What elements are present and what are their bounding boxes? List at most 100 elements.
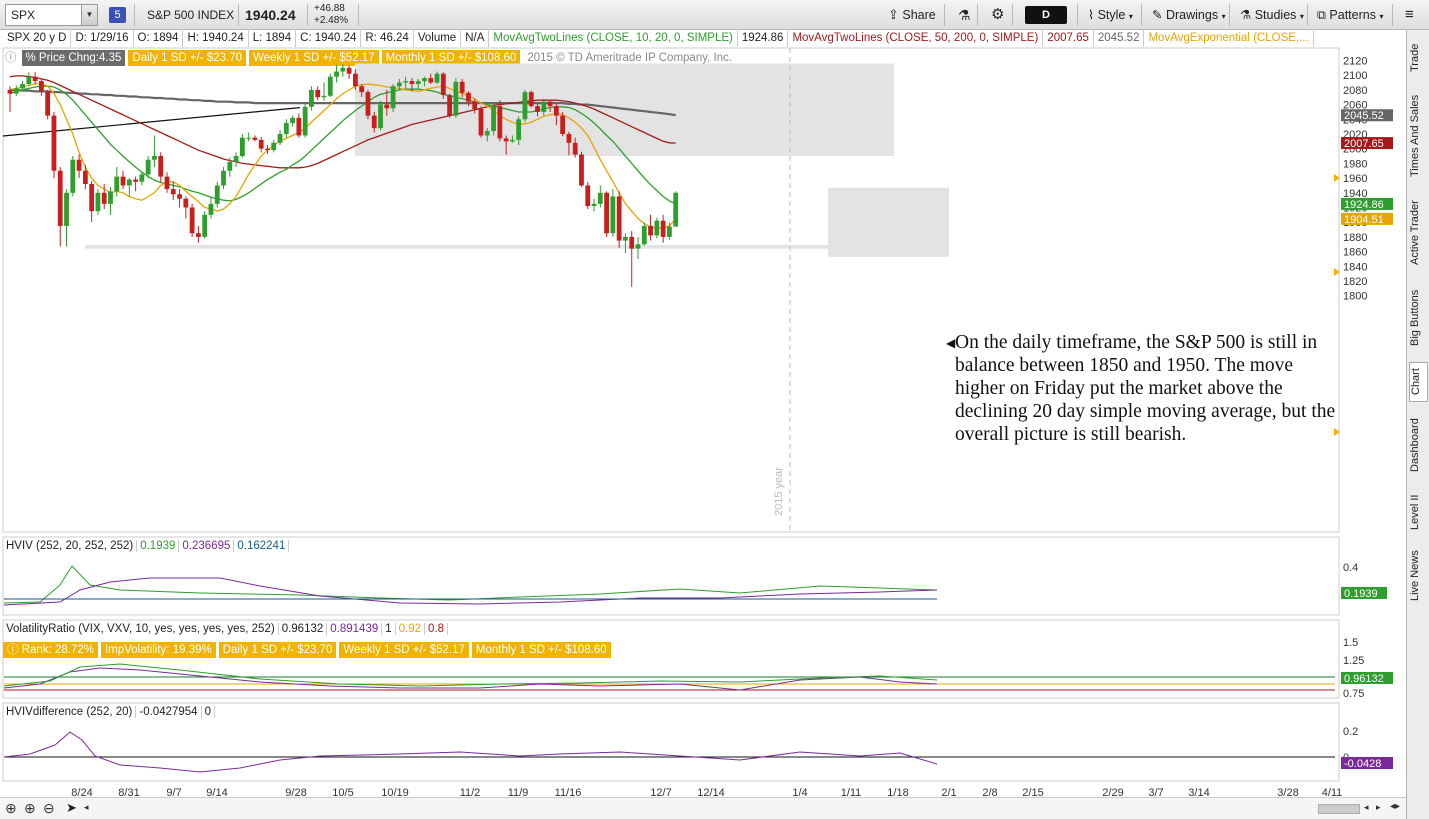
price-tick-label: 2080 [1343,85,1367,97]
candle-body [409,81,415,85]
zoom-out-icon[interactable]: ⊖ [43,800,55,817]
scrollbar-thumb[interactable] [1318,804,1360,814]
vr-green-line [3,663,938,687]
vr-monthly-bubble: Monthly 1 SD +/- $108.60 [471,642,611,658]
candle-body [553,106,559,116]
expand-icon[interactable]: ◂▸ [1390,801,1400,812]
vr-label[interactable]: VolatilityRatio (VIX, VXV, 10, yes, yes,… [3,623,279,635]
hviv-label[interactable]: HVIV (252, 20, 252, 252) [3,540,138,552]
candle-body [566,134,572,143]
candle-body [114,176,120,192]
candle-body [202,214,208,237]
vr-value-2: 0.891439 [327,623,383,635]
settings-icon[interactable]: ⊕ [5,800,17,817]
date-tick-label: 11/2 [460,787,481,797]
candle-body [315,89,321,98]
annotation-text: On the daily timeframe, the S&P 500 is s… [955,332,1336,445]
sidebar-tab-level-ii[interactable]: Level II [1409,490,1428,534]
candle-body [133,179,138,182]
vr-daily-bubble: Daily 1 SD +/- $23.70 [218,642,337,658]
sidebar-tab-active-trader[interactable]: Active Trader [1409,195,1428,271]
date-tick-label: 2/8 [982,787,997,797]
candle-body [296,117,302,136]
candle-body [26,76,32,85]
hvdiff-label[interactable]: HVIVdifference (252, 20) [3,706,137,718]
candle-body [334,71,339,77]
candle-body [597,192,603,204]
candle-body [208,203,214,215]
candle-body [641,225,647,245]
support-band [85,244,828,249]
date-axis[interactable]: 8/24 8/31 9/7 9/14 9/28 10/5 10/19 11/2 11/9 11/1… [71,787,1342,797]
candle-body [214,185,220,204]
date-tick-label: 1/18 [887,787,908,797]
candle-body [51,115,57,171]
scroll-next-icon[interactable]: ▸ [1376,802,1381,813]
vr-value-3: 1 [382,623,396,635]
balance-zone-lower [828,187,949,257]
sidebar-tab-dashboard[interactable]: Dashboard [1409,414,1428,476]
candle-body [472,101,478,110]
candle-body [183,198,189,208]
candle-body [39,81,44,92]
price-tick-label: 2100 [1343,70,1367,82]
impvol-bubble: ImpVolatility: 19.39% [100,642,216,658]
candle-body [453,81,459,116]
candle-body [648,225,653,236]
candle-body [340,67,346,72]
date-tick-label: 3/7 [1148,787,1163,797]
hvdiff-tick-label: 0.2 [1343,726,1358,738]
candle-body [623,236,628,241]
date-tick-label: 8/31 [118,787,139,797]
candle-body [528,92,534,107]
price-tick-label: 1820 [1343,276,1367,288]
scroll-prev-icon[interactable]: ◂ [1364,802,1369,813]
candle-body [32,76,38,82]
date-tick-label: 4/11 [1322,787,1343,797]
candle-body [440,73,446,96]
sidebar-tab-big-buttons[interactable]: Big Buttons [1409,285,1428,351]
candle-body [497,106,503,139]
candle-body [271,142,277,151]
lower-studies: 0.4 0.1939 1.5 1.25 0.75 0.96132 0.2 0 -0.0428 [3,562,1393,773]
info-icon[interactable]: ⓘ [7,644,22,656]
menu-icon: ≡ [1405,6,1414,23]
sidebar-tab-live-news[interactable]: Live News [1409,546,1428,606]
candle-body [108,191,113,204]
sidebar-tab-chart[interactable]: Chart [1409,362,1428,402]
candle-body [57,170,63,226]
candle-body [327,76,333,96]
rank-bubble: ⓘ Rank: 28.72% [3,642,98,658]
date-tick-label: 9/14 [206,787,227,797]
zoom-in-icon[interactable]: ⊕ [24,800,36,817]
cursor-icon[interactable]: ➤ [66,800,77,816]
candle-body [503,138,509,142]
candle-body [283,122,289,134]
annotation-pointer-icon: ◀ [946,336,956,350]
date-tick-label: 9/28 [285,787,306,797]
sidebar-tab-times-and-sales[interactable]: Times And Sales [1409,92,1428,180]
hviv-value-2: 0.236695 [179,540,235,552]
sidebar-tab-trade[interactable]: Trade [1409,38,1428,78]
candle-body [196,233,201,237]
candle-body [302,106,308,136]
hvdiff-value-2: 0 [201,706,215,718]
date-tick-label: 3/28 [1277,787,1298,797]
vr-tick-label: 1.5 [1343,637,1358,649]
date-tick-label: 3/14 [1188,787,1209,797]
vr-weekly-bubble: Weekly 1 SD +/- $52.17 [339,642,469,658]
candle-body [189,207,195,234]
price-tick-label: 1880 [1343,232,1367,244]
candle-body [478,109,484,136]
candle-body [384,104,390,109]
candle-body [13,88,19,94]
candle-body [101,192,107,204]
hviv-tick-label: 0.4 [1343,562,1358,574]
date-tick-label: 10/5 [332,787,353,797]
candle-body [610,196,616,234]
candle-body [510,139,515,142]
scroll-left-icon[interactable]: ◂ [84,802,89,813]
candle-body [321,95,327,98]
candle-body [177,194,182,199]
candle-body [579,154,584,186]
